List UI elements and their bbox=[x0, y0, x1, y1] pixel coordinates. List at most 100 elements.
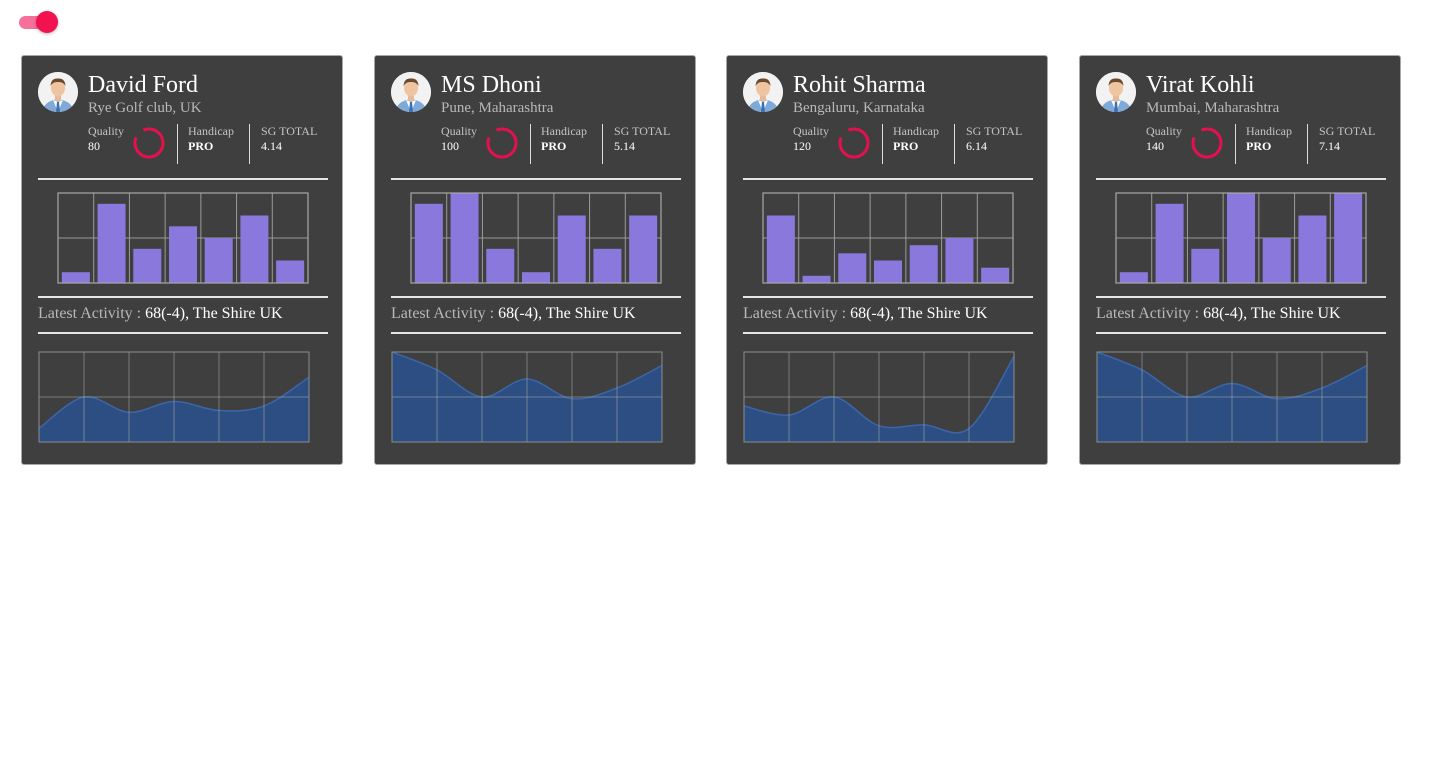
theme-toggle[interactable] bbox=[18, 11, 58, 33]
player-name: David Ford bbox=[88, 72, 198, 98]
player-card[interactable]: MS Dhoni Pune, Maharashtra Quality 100 H… bbox=[374, 55, 696, 465]
handicap-label: Handicap bbox=[541, 124, 587, 138]
sg-total-label: SG TOTAL bbox=[1319, 124, 1376, 138]
player-name: Virat Kohli bbox=[1146, 72, 1255, 98]
divider bbox=[391, 178, 681, 180]
quality-value: 80 bbox=[88, 139, 100, 153]
quality-value: 120 bbox=[793, 139, 811, 153]
handicap-value: PRO bbox=[893, 139, 919, 153]
latest-activity-label: Latest Activity : bbox=[1096, 305, 1204, 322]
area-chart bbox=[1096, 351, 1368, 443]
ring-gap bbox=[838, 127, 850, 139]
quality-label: Quality bbox=[88, 124, 124, 138]
bar bbox=[61, 272, 90, 283]
divider bbox=[1096, 178, 1386, 180]
latest-activity: Latest Activity : 68(-4), The Shire UK bbox=[38, 304, 283, 324]
bar bbox=[945, 238, 974, 283]
bar bbox=[204, 238, 233, 283]
player-card[interactable]: David Ford Rye Golf club, UK Quality 80 … bbox=[21, 55, 343, 465]
quality-stat: Quality 80 bbox=[88, 124, 124, 164]
sg-total-value: 4.14 bbox=[261, 139, 282, 153]
bar bbox=[97, 203, 126, 283]
stat-divider bbox=[954, 124, 955, 164]
player-location: Bengaluru, Karnataka bbox=[793, 100, 925, 116]
player-location: Mumbai, Maharashtra bbox=[1146, 100, 1280, 116]
sg-total-label: SG TOTAL bbox=[261, 124, 318, 138]
latest-activity-value: 68(-4), The Shire UK bbox=[850, 305, 988, 322]
quality-stat: Quality 120 bbox=[793, 124, 829, 164]
bar bbox=[450, 193, 479, 283]
bar bbox=[133, 248, 162, 283]
player-card[interactable]: Virat Kohli Mumbai, Maharashtra Quality … bbox=[1079, 55, 1401, 465]
quality-label: Quality bbox=[1146, 124, 1182, 138]
latest-activity-label: Latest Activity : bbox=[38, 305, 146, 322]
quality-stat: Quality 140 bbox=[1146, 124, 1182, 164]
bar bbox=[802, 275, 831, 283]
stat-divider bbox=[882, 124, 883, 164]
handicap-stat: Handicap PRO bbox=[1246, 124, 1292, 164]
ring-gap bbox=[133, 127, 145, 139]
bar-chart bbox=[762, 192, 1014, 284]
latest-activity: Latest Activity : 68(-4), The Shire UK bbox=[391, 304, 636, 324]
bar bbox=[557, 215, 586, 283]
bar bbox=[1298, 215, 1327, 283]
quality-label: Quality bbox=[441, 124, 477, 138]
handicap-label: Handicap bbox=[1246, 124, 1292, 138]
bar bbox=[1334, 193, 1363, 283]
sg-total-value: 7.14 bbox=[1319, 139, 1340, 153]
sg-total-stat: SG TOTAL 5.14 bbox=[614, 124, 670, 164]
divider bbox=[1096, 296, 1386, 298]
quality-label: Quality bbox=[793, 124, 829, 138]
player-location: Pune, Maharashtra bbox=[441, 100, 554, 116]
bar bbox=[276, 260, 305, 283]
handicap-stat: Handicap PRO bbox=[541, 124, 587, 164]
sg-total-stat: SG TOTAL 4.14 bbox=[261, 124, 317, 164]
handicap-label: Handicap bbox=[188, 124, 234, 138]
divider bbox=[743, 296, 1033, 298]
bar bbox=[486, 248, 515, 283]
latest-activity: Latest Activity : 68(-4), The Shire UK bbox=[743, 304, 988, 324]
ring-gap bbox=[486, 127, 498, 139]
latest-activity-value: 68(-4), The Shire UK bbox=[498, 305, 636, 322]
stat-divider bbox=[530, 124, 531, 164]
quality-ring-icon bbox=[486, 127, 518, 159]
bar bbox=[593, 248, 622, 283]
bar bbox=[169, 226, 197, 283]
avatar bbox=[391, 72, 431, 112]
handicap-stat: Handicap PRO bbox=[188, 124, 234, 164]
bar bbox=[414, 203, 443, 283]
stat-divider bbox=[1235, 124, 1236, 164]
area-chart bbox=[391, 351, 663, 443]
latest-activity-value: 68(-4), The Shire UK bbox=[1203, 305, 1341, 322]
quality-value: 100 bbox=[441, 139, 459, 153]
bar bbox=[629, 215, 658, 283]
quality-value: 140 bbox=[1146, 139, 1164, 153]
sg-total-stat: SG TOTAL 7.14 bbox=[1319, 124, 1375, 164]
bar bbox=[522, 272, 550, 283]
sg-total-label: SG TOTAL bbox=[966, 124, 1023, 138]
quality-ring-icon bbox=[1191, 127, 1223, 159]
stat-divider bbox=[602, 124, 603, 164]
divider bbox=[38, 332, 328, 334]
bar bbox=[1191, 248, 1220, 283]
bar bbox=[1262, 238, 1291, 283]
handicap-value: PRO bbox=[541, 139, 567, 153]
bar bbox=[1155, 203, 1184, 283]
toggle-knob[interactable] bbox=[36, 11, 58, 33]
player-card[interactable]: Rohit Sharma Bengaluru, Karnataka Qualit… bbox=[726, 55, 1048, 465]
quality-ring-icon bbox=[838, 127, 870, 159]
sg-total-value: 5.14 bbox=[614, 139, 635, 153]
handicap-label: Handicap bbox=[893, 124, 939, 138]
divider bbox=[391, 296, 681, 298]
latest-activity-label: Latest Activity : bbox=[391, 305, 499, 322]
player-name: Rohit Sharma bbox=[793, 72, 926, 98]
stat-divider bbox=[1307, 124, 1308, 164]
handicap-stat: Handicap PRO bbox=[893, 124, 939, 164]
divider bbox=[38, 296, 328, 298]
stat-divider bbox=[249, 124, 250, 164]
player-name: MS Dhoni bbox=[441, 72, 542, 98]
sg-total-stat: SG TOTAL 6.14 bbox=[966, 124, 1022, 164]
avatar bbox=[1096, 72, 1136, 112]
avatar bbox=[38, 72, 78, 112]
bar bbox=[838, 253, 867, 283]
